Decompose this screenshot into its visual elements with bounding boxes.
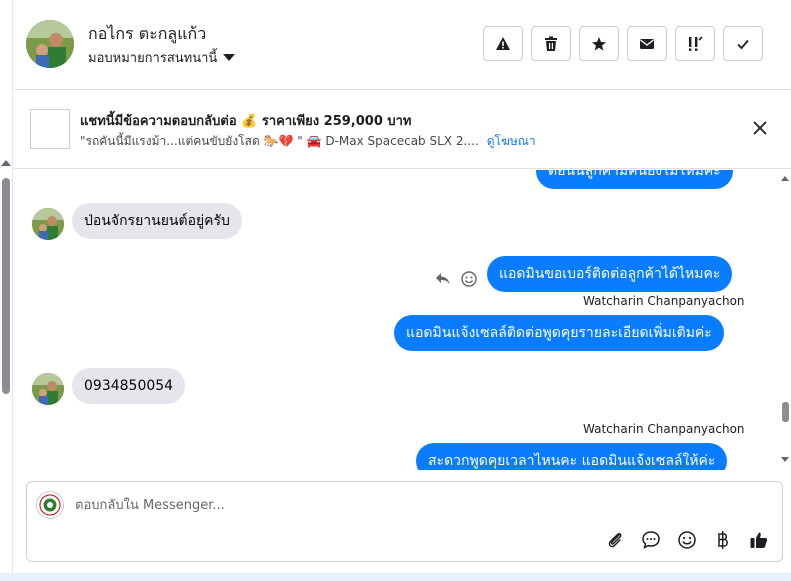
thread-scrollbar[interactable] [779,170,791,470]
emoji-button[interactable] [676,529,698,551]
left-scrollbar[interactable] [0,0,13,581]
contact-avatar-small [32,208,64,240]
messenger-conversation: กอไกร ตะกลูแก้ว มอบหมายการสนทนานี้ แชทนี… [0,0,791,581]
message-thread[interactable]: ต่อนนี้ลูกค้ามีคนยังไม่ไหมคะ ป่อนจักรยาน… [14,170,778,470]
payment-button[interactable] [712,529,734,551]
emoji-react-icon[interactable] [461,271,477,287]
scroll-up-arrow[interactable] [1,160,11,166]
scroll-up-arrow[interactable] [781,176,789,181]
ad-subtitle: "รถคันนี้มีแรงม้า...แต่คนขับยังโสด 🐎💔 " … [80,134,479,148]
ad-subtitle-row: "รถคันนี้มีแรงม้า...แต่คนขับยังโสด 🐎💔 " … [80,132,536,151]
sender-name: Watcharin Chanpanyachon [583,294,745,308]
scrollbar-thumb[interactable] [782,402,789,422]
paperclip-icon [608,533,622,548]
warning-icon [496,36,510,50]
emoji-icon [678,531,696,549]
close-icon [753,121,767,135]
baht-icon [718,531,728,549]
composer-tools [604,529,770,551]
incoming-message[interactable]: ป่อนจักรยานยนต์อยู่ครับ [72,203,242,239]
follow-up-icon [689,35,703,51]
star-button[interactable] [579,26,619,61]
saved-replies-button[interactable] [640,529,662,551]
outgoing-message[interactable]: สะดวกพูดคุยเวลาไหนคะ แอดมินแจ้งเซลล์ให้ค… [416,443,728,470]
conversation-header: กอไกร ตะกลูแก้ว มอบหมายการสนทนานี้ [14,0,791,90]
envelope-icon [640,38,654,49]
reply-icon[interactable] [435,272,451,286]
page-avatar [36,491,64,519]
bottom-edge [0,573,791,581]
report-button[interactable] [483,26,523,61]
delete-button[interactable] [531,26,571,61]
send-like-button[interactable] [748,529,770,551]
caret-down-icon [223,54,236,61]
outgoing-message[interactable]: ต่อนนี้ลูกค้ามีคนยังไม่ไหมคะ [536,170,733,189]
check-icon [737,39,749,49]
sender-name: Watcharin Chanpanyachon [583,422,745,436]
thumbs-up-icon [750,532,768,548]
outgoing-message[interactable]: แอดมินขอเบอร์ติดต่อลูกค้าได้ไหมคะ [487,256,733,292]
attach-file-button[interactable] [604,529,626,551]
assign-conversation-dropdown[interactable]: มอบหมายการสนทนานี้ [88,47,236,68]
message-actions [435,271,477,287]
follow-up-button[interactable] [675,26,715,61]
ad-thumbnail[interactable] [30,109,70,149]
scroll-down-arrow[interactable] [781,457,789,462]
header-actions [483,26,763,61]
outgoing-message[interactable]: แอดมินแจ้งเซลล์ติดต่อพูดคุยรายละเอียดเพิ… [394,315,724,351]
chat-bubble-icon [642,531,660,549]
star-icon [592,36,606,51]
view-ad-link[interactable]: ดูโฆษณา [487,132,536,151]
incoming-message[interactable]: 0934850054 [72,368,186,404]
trash-icon [545,36,557,51]
contact-avatar[interactable] [26,20,74,68]
scrollbar-thumb[interactable] [2,178,10,394]
reply-composer [26,481,783,562]
mark-unread-button[interactable] [627,26,667,61]
contact-name: กอไกร ตะกลูแก้ว [88,24,207,43]
contact-avatar-small [32,373,64,405]
reply-input[interactable] [75,494,675,516]
mark-done-button[interactable] [723,26,763,61]
ad-context-banner: แชทนี้มีข้อความตอบกลับต่อ 💰 ราคาเพียง 25… [14,91,791,169]
assign-label: มอบหมายการสนทนานี้ [88,51,218,66]
close-banner-button[interactable] [751,119,769,137]
ad-title: แชทนี้มีข้อความตอบกลับต่อ 💰 ราคาเพียง 25… [80,114,412,129]
